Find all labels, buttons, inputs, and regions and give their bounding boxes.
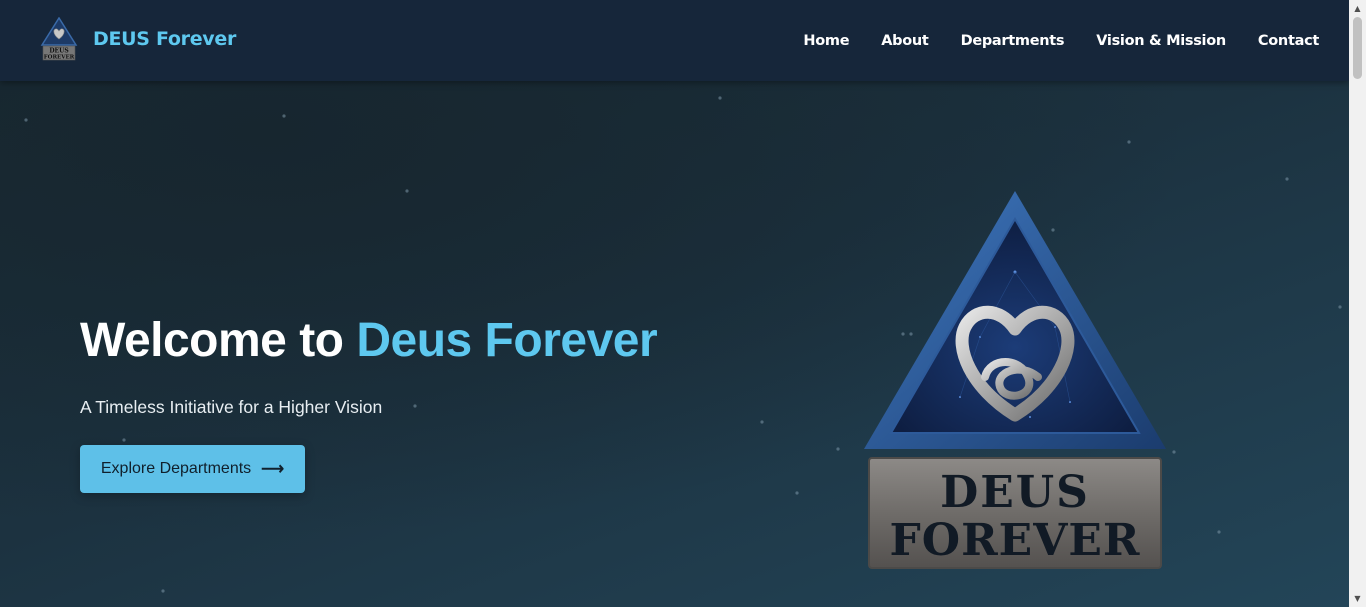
deus-forever-emblem: DEUS FOREVER xyxy=(864,191,1166,569)
arrow-right-icon: ⟶ xyxy=(261,461,285,478)
scrollbar-thumb[interactable] xyxy=(1353,17,1362,79)
explore-departments-label: Explore Departments xyxy=(100,460,252,477)
explore-departments-button[interactable]: Explore Departments ⟶ xyxy=(80,445,305,493)
main-nav: Home About Departments Vision & Mission … xyxy=(771,0,1319,81)
vertical-scrollbar[interactable]: ▲ ▼ xyxy=(1349,0,1366,607)
brand-name: DEUS Forever xyxy=(93,28,237,50)
brand-logo-icon: DEUS FOREVER xyxy=(40,17,78,61)
hero-title-prefix: Welcome to xyxy=(80,314,357,367)
scroll-up-arrow-icon[interactable]: ▲ xyxy=(1349,0,1366,17)
scroll-down-arrow-icon[interactable]: ▼ xyxy=(1349,590,1366,607)
brand-link[interactable]: DEUS FOREVER DEUS Forever xyxy=(40,17,236,61)
nav-about[interactable]: About xyxy=(881,33,929,49)
nav-contact[interactable]: Contact xyxy=(1258,33,1319,49)
hero-section: Welcome to Deus Forever A Timeless Initi… xyxy=(0,81,1349,607)
svg-text:DEUS: DEUS xyxy=(49,48,68,55)
hero-title-accent: Deus Forever xyxy=(356,314,658,367)
nav-departments[interactable]: Departments xyxy=(961,33,1065,49)
nav-home[interactable]: Home xyxy=(803,33,849,49)
navbar: DEUS FOREVER DEUS Forever Home About Dep… xyxy=(0,0,1349,81)
emblem-text-line2: FOREVER xyxy=(890,515,1141,566)
hero-title: Welcome to Deus Forever xyxy=(80,313,658,368)
nav-vision-mission[interactable]: Vision & Mission xyxy=(1096,33,1226,49)
emblem-text-line1: DEUS xyxy=(940,467,1090,518)
svg-text:FOREVER: FOREVER xyxy=(44,55,75,61)
hero-subtitle: A Timeless Initiative for a Higher Visio… xyxy=(80,397,383,417)
